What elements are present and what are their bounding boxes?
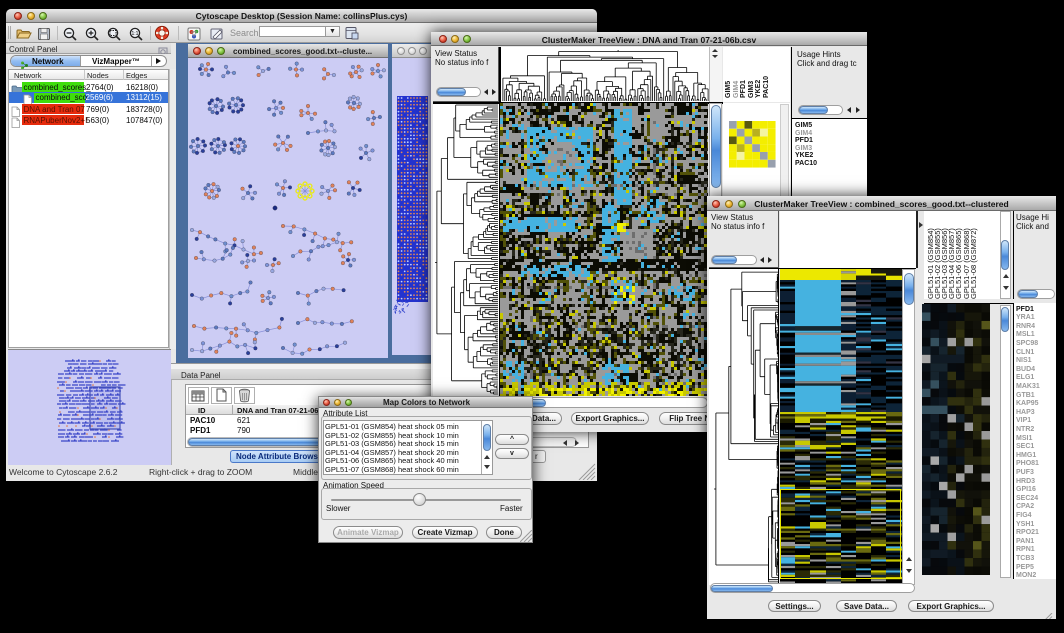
svg-text:1:1: 1:1 bbox=[132, 31, 139, 37]
